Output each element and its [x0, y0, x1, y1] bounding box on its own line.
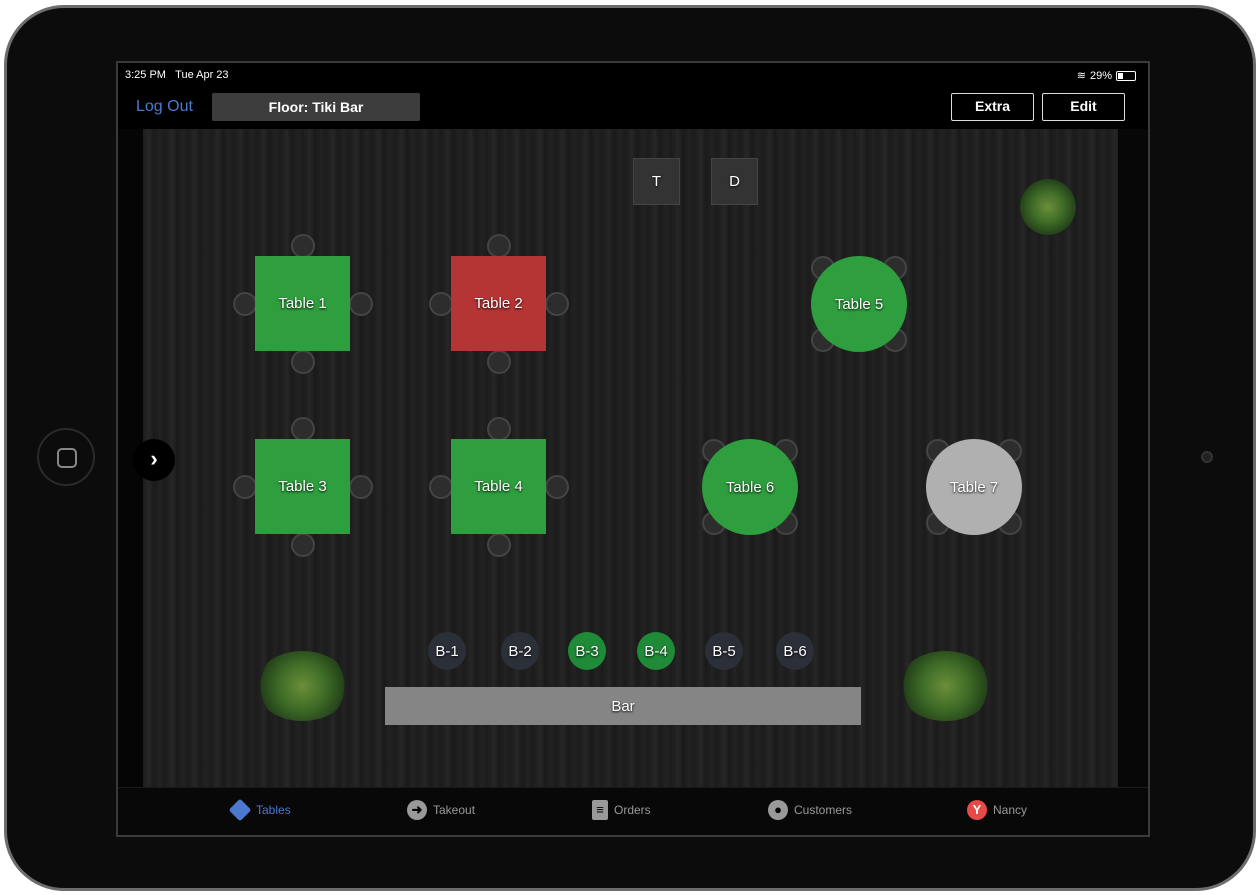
person-icon: ●: [768, 800, 788, 820]
tables-icon: [228, 798, 252, 822]
status-date: Tue Apr 23: [175, 69, 229, 81]
chair: [291, 234, 315, 258]
floor-selector[interactable]: Floor: Tiki Bar: [212, 93, 420, 121]
extra-button[interactable]: Extra: [951, 93, 1034, 121]
chair: [291, 350, 315, 374]
status-time: 3:25 PM: [125, 69, 166, 81]
chair: [429, 292, 453, 316]
plant-decoration: [255, 651, 350, 721]
table-3[interactable]: Table 3: [255, 439, 350, 534]
tab-customers[interactable]: ● Customers: [768, 800, 852, 820]
table-5[interactable]: Table 5: [811, 256, 907, 352]
tab-label: Nancy: [993, 803, 1028, 817]
bar-seat-6[interactable]: B-6: [776, 632, 814, 670]
chair: [487, 350, 511, 374]
chair: [349, 475, 373, 499]
table-7[interactable]: Table 7: [926, 439, 1022, 535]
home-button[interactable]: [37, 428, 95, 486]
plant-decoration: [898, 651, 993, 721]
tab-nancy[interactable]: Y Nancy: [967, 800, 1027, 820]
floor-plan: T D Table 1 Table 2 Table 3 Table 4 Table 5T…: [143, 129, 1118, 787]
chair: [291, 417, 315, 441]
tab-label: Tables: [256, 803, 291, 817]
chair: [487, 234, 511, 258]
tab-tables[interactable]: Tables: [228, 798, 291, 822]
table-2[interactable]: Table 2: [451, 256, 546, 351]
bar-counter[interactable]: Bar: [385, 687, 861, 725]
wifi-icon: ≋: [1076, 70, 1086, 82]
station-t[interactable]: T: [633, 158, 680, 205]
expand-sidebar-button[interactable]: ›: [133, 439, 175, 481]
bar-seat-4[interactable]: B-4: [637, 632, 675, 670]
user-avatar-icon: Y: [967, 800, 987, 820]
plant-decoration: [1020, 179, 1076, 235]
screen: 3:25 PM Tue Apr 23 ≋ 29% Log Out Floor: T…: [116, 61, 1150, 837]
tab-bar: Tables ➜ Takeout ≡ Orders ● Customers Y Nanc…: [118, 787, 1148, 835]
chair: [487, 417, 511, 441]
tab-label: Orders: [614, 803, 651, 817]
top-bar: Log Out Floor: Tiki Bar Extra Edit: [118, 87, 1148, 129]
battery-icon: [1116, 70, 1136, 81]
tab-orders[interactable]: ≡ Orders: [592, 800, 651, 820]
chevron-right-icon: ›: [150, 446, 158, 471]
status-bar: 3:25 PM Tue Apr 23 ≋ 29%: [118, 63, 1148, 87]
camera: [1201, 451, 1213, 463]
bar-seat-3[interactable]: B-3: [568, 632, 606, 670]
edit-button[interactable]: Edit: [1042, 93, 1125, 121]
tab-takeout[interactable]: ➜ Takeout: [407, 800, 475, 820]
chair: [545, 475, 569, 499]
chair: [291, 533, 315, 557]
clipboard-icon: ≡: [592, 800, 608, 820]
chair: [233, 292, 257, 316]
table-4[interactable]: Table 4: [451, 439, 546, 534]
battery-percent: 29%: [1089, 69, 1112, 82]
right-strip: [1118, 129, 1148, 787]
arrow-right-circle-icon: ➜: [407, 800, 427, 820]
chair: [487, 533, 511, 557]
chair: [429, 475, 453, 499]
chair: [349, 292, 373, 316]
table-6[interactable]: Table 6: [702, 439, 798, 535]
station-d[interactable]: D: [711, 158, 758, 205]
table-1[interactable]: Table 1: [255, 256, 350, 351]
tab-label: Customers: [794, 803, 853, 817]
bar-seat-2[interactable]: B-2: [501, 632, 539, 670]
bar-seat-5[interactable]: B-5: [705, 632, 743, 670]
chair: [545, 292, 569, 316]
tab-label: Takeout: [433, 803, 476, 817]
bar-seat-1[interactable]: B-1: [428, 632, 466, 670]
logout-button[interactable]: Log Out: [136, 98, 193, 116]
chair: [233, 475, 257, 499]
